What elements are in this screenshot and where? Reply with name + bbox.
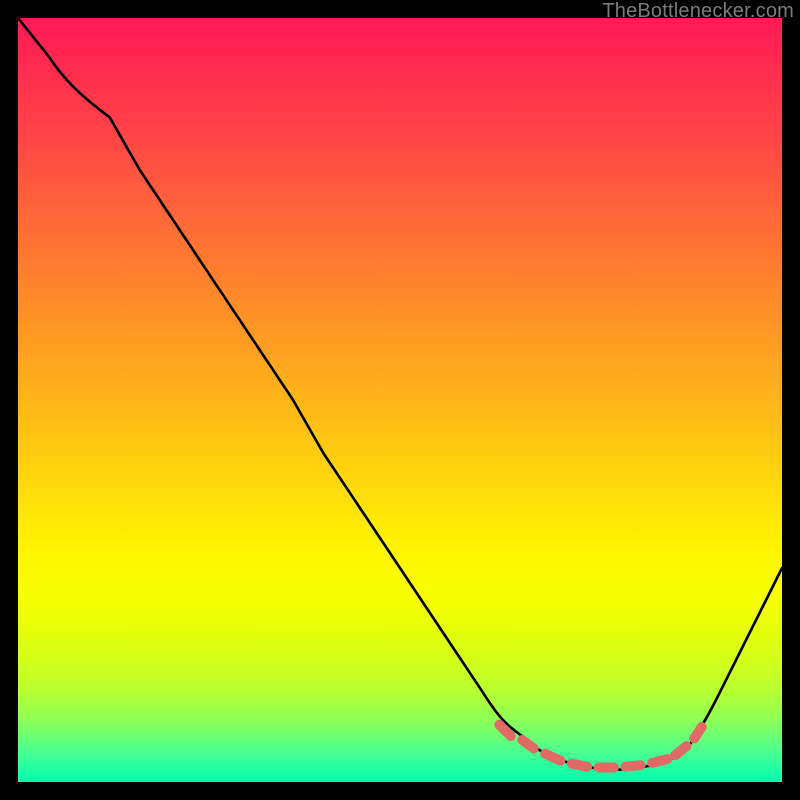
chart-frame: TheBottlenecker.com bbox=[0, 0, 800, 800]
plot-area bbox=[18, 18, 782, 782]
optimum-markers bbox=[499, 725, 701, 768]
watermark-text: TheBottlenecker.com bbox=[602, 0, 794, 23]
curve-layer bbox=[18, 18, 782, 782]
bottleneck-curve bbox=[18, 18, 782, 770]
